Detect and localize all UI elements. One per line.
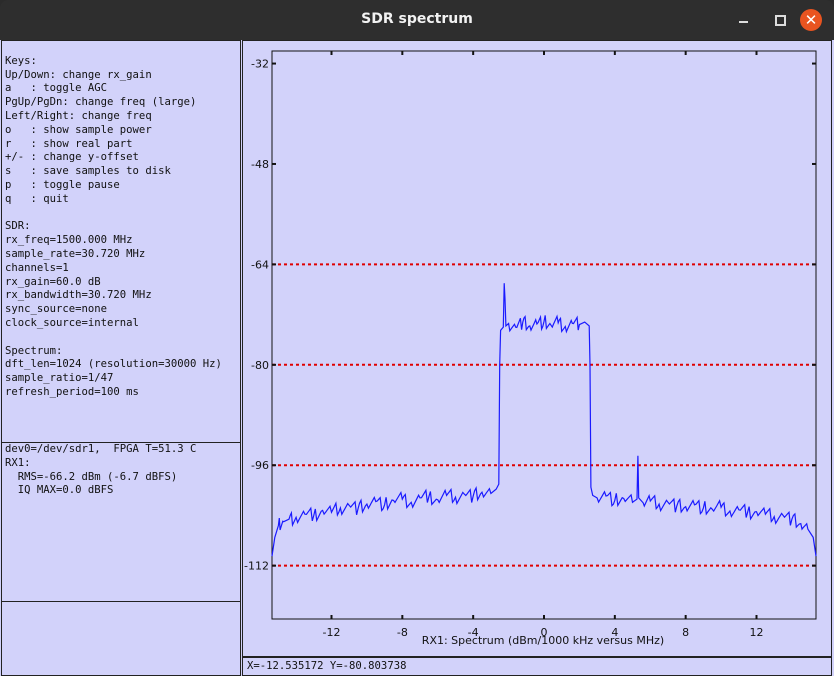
text-line: PgUp/PgDn: change freq (large) — [5, 96, 197, 109]
title-bar: SDR spectrum ✕ — [0, 0, 834, 40]
y-tick-label: -64 — [251, 258, 269, 271]
text-line: sync_source=none — [5, 303, 108, 316]
text-line: p : toggle pause — [5, 178, 120, 191]
cursor-readout: X=-12.535172 Y=-80.803738 — [242, 657, 832, 676]
text-line: rx_freq=1500.000 MHz — [5, 234, 133, 247]
x-tick-label: 8 — [682, 626, 689, 639]
text-line: dft_len=1024 (resolution=30000 Hz) — [5, 358, 222, 371]
minimize-icon[interactable] — [734, 10, 754, 30]
info-text: Keys: Up/Down: change rx_gain a : toggle A… — [2, 41, 240, 400]
text-line: dev0=/dev/sdr1, FPGA T=51.3 C — [5, 443, 197, 455]
text-line: refresh_period=100 ms — [5, 385, 139, 398]
text-line: s : save samples to disk — [5, 165, 171, 178]
maximize-icon[interactable] — [770, 10, 790, 30]
text-line — [5, 41, 240, 55]
window-title: SDR spectrum — [361, 11, 473, 27]
x-tick-label: -12 — [323, 626, 341, 639]
text-line: +/- : change y-offset — [5, 151, 139, 164]
text-line: SDR: — [5, 220, 31, 233]
y-tick-label: -48 — [251, 158, 269, 171]
x-tick-label: -8 — [397, 626, 408, 639]
device-status-panel: dev0=/dev/sdr1, FPGA T=51.3 C RX1: RMS=-6… — [1, 442, 241, 602]
empty-panel — [1, 601, 241, 676]
info-panel: Keys: Up/Down: change rx_gain a : toggle A… — [1, 40, 241, 443]
x-tick-label: 12 — [750, 626, 764, 639]
text-line: q : quit — [5, 192, 69, 205]
text-line: RX1: — [5, 456, 31, 469]
text-line: rx_gain=60.0 dB — [5, 275, 101, 288]
spectrum-trace — [271, 283, 817, 557]
text-line: r : show real part — [5, 137, 133, 150]
text-line: sample_ratio=1/47 — [5, 372, 114, 385]
text-line — [5, 331, 240, 345]
text-line: Left/Right: change freq — [5, 109, 152, 122]
text-line: RMS=-66.2 dBm (-6.7 dBFS) — [5, 470, 178, 483]
device-status-text: dev0=/dev/sdr1, FPGA T=51.3 C RX1: RMS=-6… — [2, 443, 240, 498]
text-line: Keys: — [5, 54, 37, 67]
text-line: a : toggle AGC — [5, 82, 108, 95]
plot-frame — [271, 50, 817, 620]
text-line: Up/Down: change rx_gain — [5, 68, 152, 81]
y-tick-label: -80 — [251, 359, 269, 372]
text-line: o : show sample power — [5, 123, 152, 136]
text-line: clock_source=internal — [5, 316, 139, 329]
text-line: rx_bandwidth=30.720 MHz — [5, 289, 152, 302]
text-line — [5, 207, 240, 221]
text-line: channels=1 — [5, 261, 69, 274]
x-axis-label: RX1: Spectrum (dBm/1000 kHz versus MHz) — [422, 634, 664, 647]
close-icon[interactable]: ✕ — [800, 9, 822, 31]
spectrum-panel: -12 -8 -4 0 4 8 12 -32 -48 -64 -80 -96 -112 RX1: Spec… — [242, 40, 832, 657]
spectrum-plot[interactable]: -12 -8 -4 0 4 8 12-32-48-64-80-96-112RX1: Spec… — [243, 41, 831, 656]
y-tick-label: -96 — [251, 459, 269, 472]
y-tick-label: -32 — [251, 58, 269, 71]
y-tick-label: -112 — [244, 560, 269, 573]
text-line: IQ MAX=0.0 dBFS — [5, 484, 114, 497]
text-line: Spectrum: — [5, 344, 63, 357]
text-line: sample_rate=30.720 MHz — [5, 247, 146, 260]
